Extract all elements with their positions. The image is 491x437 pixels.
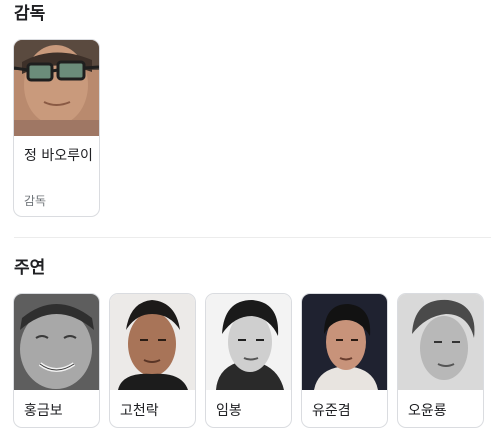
cast-name: 홍금보: [24, 403, 63, 419]
cast-card[interactable]: 홍금보: [13, 293, 100, 428]
cast-photo: [110, 294, 195, 390]
cast-photo: [398, 294, 483, 390]
cast-card[interactable]: 고천락: [109, 293, 196, 428]
cast-name: 유준겸: [312, 403, 351, 419]
director-name: 정 바오루이: [24, 148, 93, 164]
director-photo: [14, 40, 99, 136]
cast-name: 오윤룡: [408, 403, 447, 419]
director-role: 감독: [24, 194, 47, 208]
cast-card[interactable]: 오윤룡: [397, 293, 484, 428]
section-divider: [14, 237, 491, 238]
cast-card[interactable]: 유준겸: [301, 293, 388, 428]
cast-name: 임봉: [216, 403, 242, 419]
director-section-title: 감독: [14, 4, 46, 24]
cast-section-title: 주연: [14, 258, 46, 278]
cast-photo: [302, 294, 387, 390]
cast-card[interactable]: 임봉: [205, 293, 292, 428]
cast-photo: [206, 294, 291, 390]
cast-name: 고천락: [120, 403, 159, 419]
director-card[interactable]: 정 바오루이 감독: [13, 39, 100, 217]
cast-photo: [14, 294, 99, 390]
